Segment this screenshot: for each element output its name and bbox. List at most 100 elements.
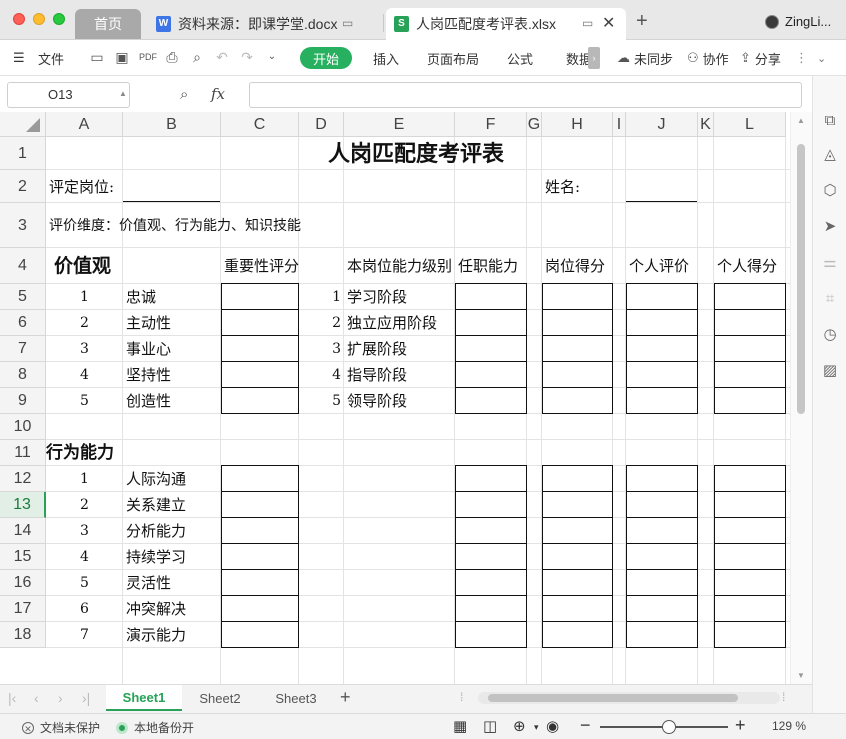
page-break-view-icon[interactable]: ⊕: [513, 717, 526, 735]
new-tab-icon[interactable]: +: [636, 10, 648, 33]
zoom-level[interactable]: 129 %: [772, 719, 806, 733]
score-input-box[interactable]: [221, 465, 299, 492]
score-input-box[interactable]: [542, 387, 613, 414]
first-sheet-icon[interactable]: |‹: [8, 690, 16, 706]
protect-status[interactable]: ✕ 文档未保护: [22, 719, 100, 736]
tab-home[interactable]: 首页: [75, 9, 141, 39]
score-input-box[interactable]: [221, 621, 299, 648]
ribbon-scroll-right-icon[interactable]: ›: [588, 47, 600, 69]
score-input-box[interactable]: [542, 543, 613, 570]
score-input-box[interactable]: [455, 465, 527, 492]
score-input-box[interactable]: [221, 387, 299, 414]
tab-start[interactable]: 开始: [300, 47, 352, 69]
row-header-7[interactable]: 7: [0, 336, 46, 362]
score-input-box[interactable]: [714, 517, 786, 544]
score-input-box[interactable]: [455, 387, 527, 414]
score-input-box[interactable]: [542, 491, 613, 518]
score-input-box[interactable]: [455, 569, 527, 596]
shapes-icon[interactable]: ⧉: [821, 112, 839, 130]
zoom-out-icon[interactable]: −: [580, 715, 591, 736]
row-header-10[interactable]: 10: [0, 414, 46, 440]
column-header-d[interactable]: D: [299, 112, 344, 137]
score-input-box[interactable]: [542, 309, 613, 336]
score-input-box[interactable]: [714, 543, 786, 570]
collapse-ribbon-icon[interactable]: ⌄: [817, 40, 826, 76]
tab-insert[interactable]: 插入: [373, 40, 399, 76]
eye-protection-icon[interactable]: ◉: [546, 717, 559, 735]
quick-access-dropdown-icon[interactable]: ⌄: [264, 49, 280, 65]
score-input-box[interactable]: [626, 491, 698, 518]
score-input-box[interactable]: [542, 517, 613, 544]
sheet-tab-2[interactable]: Sheet2: [182, 685, 258, 711]
horizontal-scrollbar[interactable]: [478, 692, 780, 704]
spreadsheet-grid[interactable]: A B C D E F G H I J K L 1 2 3 4 5 6 7 8 9 10 11 12 13 14 15 16 17 18 人…: [0, 112, 790, 684]
score-input-box[interactable]: [221, 491, 299, 518]
score-input-box[interactable]: [714, 283, 786, 310]
score-input-box[interactable]: [542, 595, 613, 622]
row-header-17[interactable]: 17: [0, 596, 46, 622]
column-header-e[interactable]: E: [344, 112, 455, 137]
horizontal-scroll-thumb[interactable]: [488, 694, 738, 702]
export-pdf-icon[interactable]: PDF: [139, 49, 157, 65]
collab-button[interactable]: ⚇ 协作: [687, 40, 729, 76]
print-icon[interactable]: ⎙: [164, 49, 180, 65]
menu-icon[interactable]: ☰: [13, 40, 25, 76]
score-input-box[interactable]: [455, 361, 527, 388]
row-header-11[interactable]: 11: [0, 440, 46, 466]
zoom-in-icon[interactable]: +: [735, 715, 746, 736]
score-input-box[interactable]: [455, 283, 527, 310]
print-preview-icon[interactable]: ⌕: [189, 49, 205, 65]
score-input-box[interactable]: [714, 361, 786, 388]
column-header-a[interactable]: A: [46, 112, 123, 137]
sheet-tab-1[interactable]: Sheet1: [106, 685, 182, 711]
sheet-tab-3[interactable]: Sheet3: [258, 685, 334, 711]
score-input-box[interactable]: [221, 569, 299, 596]
add-sheet-icon[interactable]: +: [340, 687, 351, 708]
row-header-6[interactable]: 6: [0, 310, 46, 336]
page-view-icon[interactable]: ◫: [483, 717, 497, 735]
row-header-12[interactable]: 12: [0, 466, 46, 492]
score-input-box[interactable]: [626, 361, 698, 388]
row-header-4[interactable]: 4: [0, 248, 46, 284]
row-header-3[interactable]: 3: [0, 203, 46, 248]
score-input-box[interactable]: [455, 335, 527, 362]
row-header-2[interactable]: 2: [0, 170, 46, 203]
user-account[interactable]: ZingLi...: [765, 14, 831, 29]
score-input-box[interactable]: [221, 309, 299, 336]
hscroll-split-handle[interactable]: ⁞: [460, 690, 463, 704]
scroll-up-icon[interactable]: ▲: [797, 116, 805, 125]
row-header-1[interactable]: 1: [0, 137, 46, 170]
name-box-dropdown-icon[interactable]: ▲: [119, 89, 127, 98]
slider-settings-icon[interactable]: ⚌: [821, 254, 839, 272]
score-input-box[interactable]: [455, 309, 527, 336]
score-input-box[interactable]: [221, 543, 299, 570]
score-input-box[interactable]: [626, 517, 698, 544]
column-header-b[interactable]: B: [123, 112, 221, 137]
row-header-18[interactable]: 18: [0, 622, 46, 648]
column-header-h[interactable]: H: [542, 112, 613, 137]
share-button[interactable]: ⇪ 分享: [740, 40, 781, 76]
more-options-icon[interactable]: ⋮: [795, 40, 808, 76]
zoom-window-button[interactable]: [53, 13, 65, 25]
score-input-box[interactable]: [626, 283, 698, 310]
score-input-box[interactable]: [221, 335, 299, 362]
column-header-f[interactable]: F: [455, 112, 527, 137]
row-header-16[interactable]: 16: [0, 570, 46, 596]
score-input-box[interactable]: [455, 595, 527, 622]
row-header-13[interactable]: 13: [0, 492, 46, 518]
score-input-box[interactable]: [626, 595, 698, 622]
score-input-box[interactable]: [626, 543, 698, 570]
score-input-box[interactable]: [626, 309, 698, 336]
score-input-box[interactable]: [455, 517, 527, 544]
row-header-8[interactable]: 8: [0, 362, 46, 388]
close-window-button[interactable]: [13, 13, 25, 25]
view-dropdown-icon[interactable]: ▾: [534, 722, 539, 733]
score-input-box[interactable]: [221, 361, 299, 388]
score-input-box[interactable]: [542, 335, 613, 362]
row-header-15[interactable]: 15: [0, 544, 46, 570]
score-input-box[interactable]: [221, 283, 299, 310]
sync-button[interactable]: ☁ 未同步: [617, 40, 673, 76]
save-icon[interactable]: ▣: [114, 49, 130, 65]
fx-icon[interactable]: fx: [211, 85, 225, 103]
score-input-box[interactable]: [714, 309, 786, 336]
